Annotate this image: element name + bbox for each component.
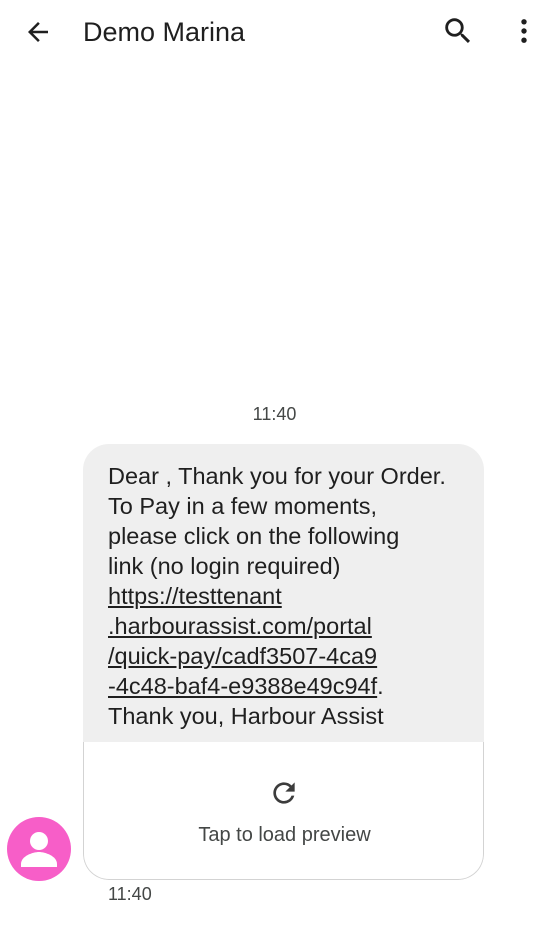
tap-to-load-preview-label: Tap to load preview	[198, 824, 371, 846]
date-separator: 11:40	[252, 404, 297, 424]
sender-avatar[interactable]	[7, 817, 71, 881]
app-bar: Demo Marina	[0, 0, 549, 64]
back-button[interactable]	[18, 12, 58, 52]
search-icon	[445, 18, 471, 44]
search-button[interactable]	[438, 11, 478, 51]
message-text: Dear , Thank you for your Order. To Pay …	[108, 461, 476, 731]
person-icon	[21, 832, 57, 867]
link-preview-card[interactable]: Tap to load preview	[83, 742, 484, 880]
arrow-back-icon	[28, 22, 48, 42]
message-bubble[interactable]: Dear , Thank you for your Order. To Pay …	[83, 444, 484, 880]
refresh-icon	[273, 782, 295, 804]
message-timestamp: 11:40	[108, 884, 152, 904]
message-text-intro: Dear , Thank you for your Order. To Pay …	[108, 463, 446, 579]
more-vert-icon	[521, 19, 527, 43]
conversation-title: Demo Marina	[83, 17, 246, 47]
payment-link[interactable]: https://testtenant .harbourassist.com/po…	[108, 583, 377, 699]
more-options-button[interactable]	[504, 11, 544, 51]
message-body: Dear , Thank you for your Order. To Pay …	[83, 444, 484, 742]
